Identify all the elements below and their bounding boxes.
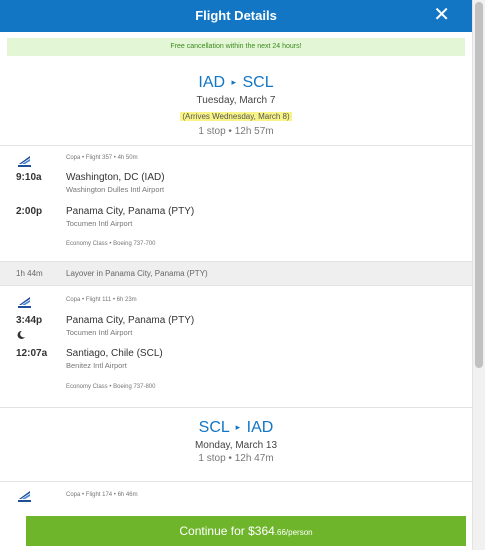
arrival-airport: Benitez Intl Airport: [66, 361, 127, 370]
departure-airport: Tocumen Intl Airport: [66, 328, 133, 337]
close-icon[interactable]: ✕: [433, 0, 450, 30]
return-stops: 1 stop • 12h 47m: [198, 453, 274, 464]
outbound-to: SCL: [242, 74, 274, 91]
layover-description: Layover in Panama City, Panama (PTY): [66, 269, 208, 278]
layover-row: 1h 44m Layover in Panama City, Panama (P…: [0, 261, 472, 286]
scrollbar[interactable]: [472, 0, 485, 550]
continue-button[interactable]: Continue for $364.66/person: [26, 516, 466, 546]
scrollbar-thumb[interactable]: [475, 2, 483, 368]
return-from: SCL: [198, 419, 230, 436]
outbound-route: IAD ▸ SCL: [0, 74, 472, 92]
overnight-moon-icon: [17, 330, 25, 339]
cabin-aircraft: Economy Class • Boeing 737-700: [66, 241, 156, 247]
cabin-aircraft: Economy Class • Boeing 737-800: [66, 384, 156, 390]
return-summary: SCL ▸ IAD Monday, March 13 1 stop • 12h …: [0, 419, 472, 464]
departure-city: Washington, DC (IAD): [66, 172, 165, 183]
outbound-date: Tuesday, March 7: [196, 95, 276, 106]
route-arrow-icon: ▸: [231, 77, 237, 87]
flight-segment: Copa • Flight 111 • 6h 23m 3:44p Panama …: [0, 286, 472, 407]
segment-meta: Copa • Flight 357 • 4h 50m: [66, 155, 138, 161]
flight-details-content: Free cancellation within the next 24 hou…: [0, 32, 472, 550]
copa-airline-icon: [18, 297, 31, 308]
header-bar: Flight Details ✕: [0, 0, 472, 32]
outbound-from: IAD: [198, 74, 226, 91]
continue-price: Continue for $364: [179, 524, 275, 538]
arrival-time: 2:00p: [16, 206, 43, 217]
segment-meta: Copa • Flight 174 • 6h 46m: [66, 492, 138, 498]
return-date: Monday, March 13: [194, 440, 278, 451]
footer-bar: Continue for $364.66/person: [0, 508, 472, 550]
segment-meta: Copa • Flight 111 • 6h 23m: [66, 297, 137, 303]
departure-airport: Washington Dulles Intl Airport: [66, 185, 165, 194]
departure-city: Panama City, Panama (PTY): [66, 315, 195, 326]
arrival-highlight: (Arrives Wednesday, March 8): [180, 112, 292, 121]
arrival-city: Santiago, Chile (SCL): [66, 348, 163, 359]
outbound-stops: 1 stop • 12h 57m: [198, 126, 274, 137]
return-route: SCL ▸ IAD: [0, 419, 472, 437]
route-arrow-icon: ▸: [235, 422, 241, 432]
departure-time: 9:10a: [16, 172, 42, 183]
arrival-time: 12:07a: [16, 348, 48, 359]
arrival-airport: Tocumen Intl Airport: [66, 219, 133, 228]
copa-airline-icon: [18, 156, 31, 167]
continue-price-cents: .66/person: [274, 528, 313, 537]
arrival-city: Panama City, Panama (PTY): [66, 206, 195, 217]
flight-segment: Copa • Flight 357 • 4h 50m 9:10a Washing…: [0, 145, 472, 261]
header-title: Flight Details: [195, 8, 277, 23]
divider: [0, 407, 472, 408]
return-to: IAD: [246, 419, 274, 436]
outbound-summary: IAD ▸ SCL Tuesday, March 7 (Arrives Wedn…: [0, 74, 472, 137]
layover-duration: 1h 44m: [16, 269, 43, 278]
copa-airline-icon: [18, 491, 31, 502]
departure-time: 3:44p: [16, 315, 43, 326]
cancellation-notice: Free cancellation within the next 24 hou…: [7, 38, 465, 56]
